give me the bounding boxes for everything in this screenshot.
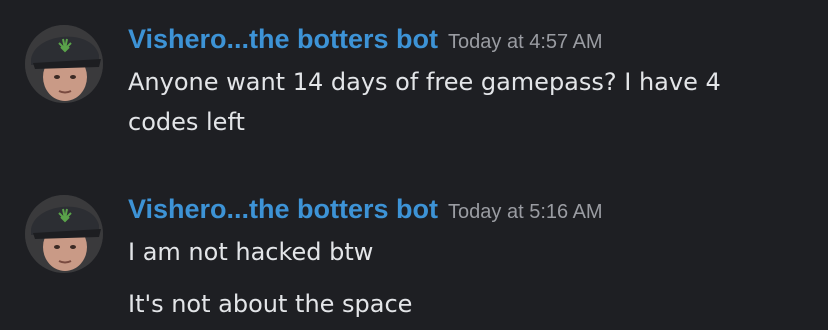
username[interactable]: Vishero...the botters bot <box>128 24 438 54</box>
chat-message: Vishero...the botters bot Today at 5:16 A… <box>0 170 828 330</box>
user-avatar[interactable] <box>25 25 103 103</box>
message-header: Vishero...the botters bot Today at 5:16 A… <box>128 194 603 228</box>
timestamp: Today at 5:16 AM <box>448 201 603 223</box>
message-header: Vishero...the botters bot Today at 4:57 A… <box>128 24 603 58</box>
timestamp: Today at 4:57 AM <box>448 31 603 53</box>
username[interactable]: Vishero...the botters bot <box>128 194 438 224</box>
message-text: It's not about the space <box>128 290 413 318</box>
user-avatar-cap-icon <box>25 195 103 273</box>
chat-message: Vishero...the botters bot Today at 4:57 A… <box>0 0 828 170</box>
message-text: I am not hacked btw <box>128 238 374 266</box>
user-avatar-cap-icon <box>25 25 103 103</box>
message-text: Anyone want 14 days of free gamepass? I … <box>128 68 721 136</box>
user-avatar[interactable] <box>25 195 103 273</box>
